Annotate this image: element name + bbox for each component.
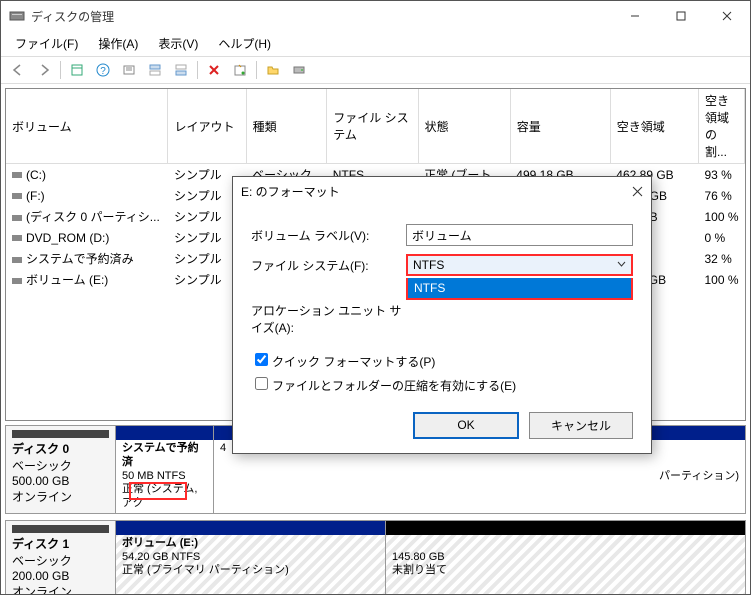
filesystem-select[interactable]: NTFS NTFS [406, 254, 633, 276]
ok-button[interactable]: OK [413, 412, 519, 439]
label-filesystem: ファイル システム(F): [251, 257, 406, 274]
disk-button[interactable] [287, 59, 311, 81]
drive-icon [12, 193, 22, 199]
svg-text:?: ? [100, 66, 106, 77]
drive-icon [12, 278, 22, 284]
menu-help[interactable]: ヘルプ(H) [208, 33, 281, 54]
view-top-button[interactable] [143, 59, 167, 81]
disk-1-p1-size: 54.20 GB [122, 551, 168, 563]
disk-0-partition-1[interactable]: システムで予約済 50 MB NTFS 正常 (システム, アク [116, 426, 214, 513]
filesystem-dropdown: NTFS [406, 278, 633, 300]
close-button[interactable] [704, 1, 750, 31]
disk-0-header: ディスク 0 ベーシック 500.00 GB オンライン [6, 426, 116, 513]
folder-button[interactable] [261, 59, 285, 81]
properties-button[interactable] [228, 59, 252, 81]
titlebar: ディスクの管理 [1, 1, 750, 31]
volume-label-input[interactable] [406, 224, 633, 246]
window-title: ディスクの管理 [31, 8, 612, 25]
toolbar: ? [1, 56, 750, 84]
help-icon[interactable]: ? [91, 59, 115, 81]
col-free[interactable]: 空き領域 [610, 89, 698, 164]
disk-0-name: ディスク 0 [12, 442, 69, 456]
cancel-button[interactable]: キャンセル [529, 412, 633, 439]
menubar: ファイル(F) 操作(A) 表示(V) ヘルプ(H) [1, 31, 750, 56]
filesystem-option-ntfs[interactable]: NTFS [408, 278, 631, 298]
drive-icon [12, 235, 22, 241]
col-volume[interactable]: ボリューム [6, 89, 168, 164]
disk-1-header: ディスク 1 ベーシック 200.00 GB オンライン [6, 521, 116, 595]
disk-1-partition-2[interactable]: 145.80 GB 未割り当て [386, 521, 745, 595]
quick-format-checkbox[interactable]: クイック フォーマットする(P) [251, 355, 435, 369]
dialog-title: E: のフォーマット [241, 183, 632, 200]
menu-view[interactable]: 表示(V) [148, 33, 208, 54]
drive-icon [12, 172, 22, 178]
maximize-button[interactable] [658, 1, 704, 31]
disk-management-window: ディスクの管理 ファイル(F) 操作(A) 表示(V) ヘルプ(H) ? ボリュ… [0, 0, 751, 595]
disk-1-partition-1[interactable]: ボリューム (E:) 54.20 GB NTFS 正常 (プライマリ パーティシ… [116, 521, 386, 595]
chevron-down-icon [617, 260, 626, 269]
app-icon [9, 8, 25, 24]
view-bottom-button[interactable] [169, 59, 193, 81]
delete-button[interactable] [202, 59, 226, 81]
col-status[interactable]: 状態 [418, 89, 510, 164]
menu-file[interactable]: ファイル(F) [5, 33, 88, 54]
settings-button[interactable] [117, 59, 141, 81]
drive-icon [12, 215, 22, 221]
label-allocation: アロケーション ユニット サイズ(A): [251, 302, 406, 336]
drive-icon [12, 257, 22, 263]
col-type[interactable]: 種類 [246, 89, 327, 164]
label-volume: ボリューム ラベル(V): [251, 227, 406, 244]
disk-1-name: ディスク 1 [12, 537, 69, 551]
compress-checkbox[interactable]: ファイルとフォルダーの圧縮を有効にする(E) [251, 379, 516, 393]
menu-action[interactable]: 操作(A) [88, 33, 148, 54]
dialog-close-button[interactable] [632, 186, 643, 197]
forward-button[interactable] [32, 59, 56, 81]
col-fs[interactable]: ファイル システム [327, 89, 418, 164]
col-layout[interactable]: レイアウト [168, 89, 246, 164]
minimize-button[interactable] [612, 1, 658, 31]
disk-1-row[interactable]: ディスク 1 ベーシック 200.00 GB オンライン ボリューム (E:) … [5, 520, 746, 595]
back-button[interactable] [6, 59, 30, 81]
col-capacity[interactable]: 容量 [510, 89, 610, 164]
format-dialog: E: のフォーマット ボリューム ラベル(V): ファイル システム(F): N… [232, 176, 652, 454]
col-freepct[interactable]: 空き領域の割... [698, 89, 744, 164]
show-hide-button[interactable] [65, 59, 89, 81]
